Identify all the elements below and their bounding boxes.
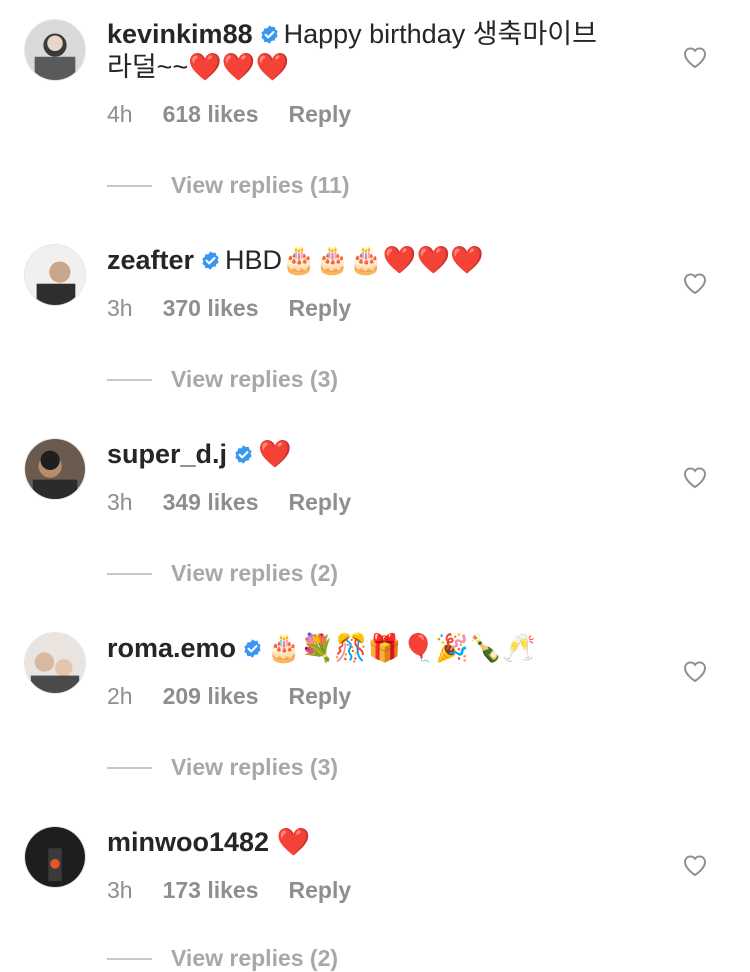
reply-button[interactable]: Reply bbox=[289, 101, 352, 127]
like-count[interactable]: 173 likes bbox=[163, 877, 259, 903]
comment-message: Happy birthday 생축마이브 bbox=[283, 19, 597, 49]
view-replies-button[interactable]: View replies (11) bbox=[107, 172, 350, 199]
comment-text: kevinkim88 Happy birthday 생축마이브 라덜~~❤️❤️❤… bbox=[107, 18, 650, 84]
view-replies-button[interactable]: View replies (3) bbox=[107, 366, 338, 393]
like-count[interactable]: 349 likes bbox=[163, 489, 259, 515]
comment-meta: 3h 370 likes Reply bbox=[107, 295, 381, 322]
like-count[interactable]: 209 likes bbox=[163, 683, 259, 709]
comment-text: zeafter HBD🎂🎂🎂❤️❤️❤️ bbox=[107, 244, 650, 277]
username[interactable]: roma.emo bbox=[107, 633, 236, 663]
comment-text: roma.emo 🎂💐🎊🎁🎈🎉🍾🥂 bbox=[107, 632, 650, 665]
heart-outline-icon[interactable] bbox=[682, 853, 708, 877]
comment-message: HBD🎂🎂🎂❤️❤️❤️ bbox=[225, 245, 484, 275]
heart-outline-icon[interactable] bbox=[682, 45, 708, 69]
comment-text: minwoo1482 ❤️ bbox=[107, 826, 650, 859]
view-replies-label: View replies (2) bbox=[171, 945, 339, 971]
heart-outline-icon[interactable] bbox=[682, 659, 708, 683]
divider-line bbox=[107, 378, 152, 381]
avatar[interactable] bbox=[24, 19, 86, 81]
like-count[interactable]: 618 likes bbox=[163, 101, 259, 127]
verified-badge-icon bbox=[259, 24, 280, 45]
divider-line bbox=[107, 572, 152, 575]
verified-badge-icon bbox=[242, 638, 263, 659]
username[interactable]: kevinkim88 bbox=[107, 19, 253, 49]
view-replies-label: View replies (3) bbox=[171, 754, 339, 780]
comment-message: ❤️ bbox=[258, 439, 292, 469]
heart-outline-icon[interactable] bbox=[682, 271, 708, 295]
username[interactable]: minwoo1482 bbox=[107, 827, 269, 857]
reply-button[interactable]: Reply bbox=[289, 877, 352, 903]
like-count[interactable]: 370 likes bbox=[163, 295, 259, 321]
view-replies-button[interactable]: View replies (2) bbox=[107, 945, 338, 972]
comment-meta: 2h 209 likes Reply bbox=[107, 683, 381, 710]
comment-text: super_d.j ❤️ bbox=[107, 438, 650, 471]
reply-button[interactable]: Reply bbox=[289, 489, 352, 515]
verified-badge-icon bbox=[200, 250, 221, 271]
avatar[interactable] bbox=[24, 244, 86, 306]
timestamp: 3h bbox=[107, 489, 133, 515]
timestamp: 3h bbox=[107, 295, 133, 321]
username[interactable]: super_d.j bbox=[107, 439, 227, 469]
view-replies-button[interactable]: View replies (2) bbox=[107, 560, 338, 587]
comment-message: 🎂💐🎊🎁🎈🎉🍾🥂 bbox=[267, 633, 536, 663]
avatar[interactable] bbox=[24, 632, 86, 694]
comment-message-continued: 라덜~~❤️❤️❤️ bbox=[107, 52, 290, 82]
timestamp: 3h bbox=[107, 877, 133, 903]
divider-line bbox=[107, 184, 152, 187]
avatar[interactable] bbox=[24, 826, 86, 888]
timestamp: 4h bbox=[107, 101, 133, 127]
timestamp: 2h bbox=[107, 683, 133, 709]
reply-button[interactable]: Reply bbox=[289, 295, 352, 321]
view-replies-label: View replies (2) bbox=[171, 560, 339, 586]
view-replies-button[interactable]: View replies (3) bbox=[107, 754, 338, 781]
avatar[interactable] bbox=[24, 438, 86, 500]
heart-outline-icon[interactable] bbox=[682, 465, 708, 489]
username[interactable]: zeafter bbox=[107, 245, 194, 275]
view-replies-label: View replies (3) bbox=[171, 366, 339, 392]
divider-line bbox=[107, 766, 152, 769]
comment-meta: 4h 618 likes Reply bbox=[107, 101, 381, 128]
comment-meta: 3h 173 likes Reply bbox=[107, 877, 381, 904]
comment-message: ❤️ bbox=[276, 827, 311, 857]
view-replies-label: View replies (11) bbox=[171, 172, 350, 198]
reply-button[interactable]: Reply bbox=[289, 683, 352, 709]
verified-badge-icon bbox=[233, 444, 254, 465]
comment-meta: 3h 349 likes Reply bbox=[107, 489, 381, 516]
